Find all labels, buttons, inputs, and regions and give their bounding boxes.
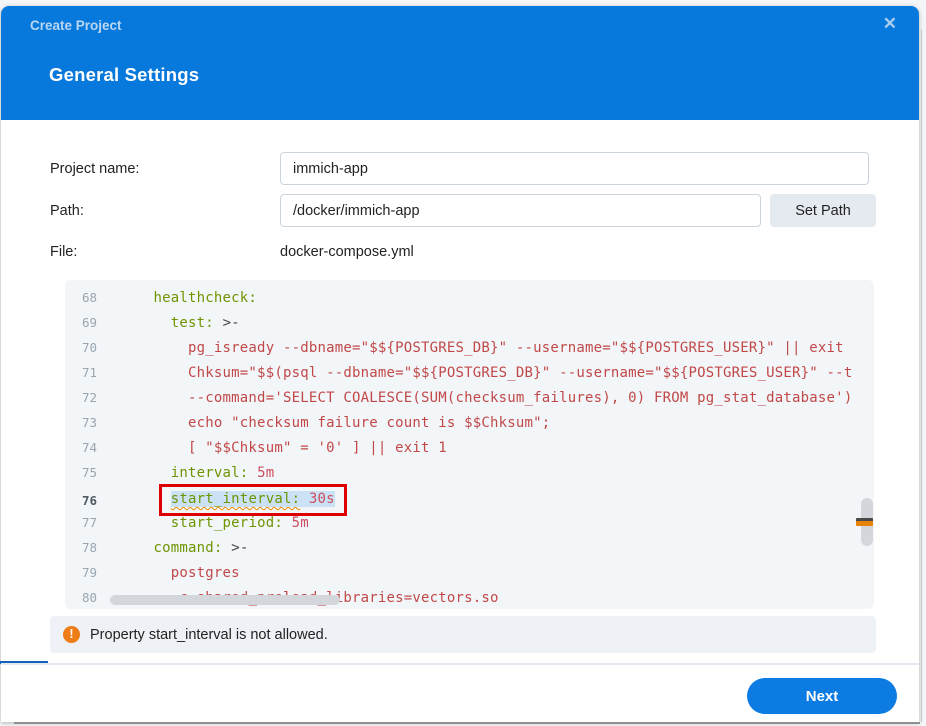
code-indent — [119, 540, 154, 556]
line-number: 73 — [65, 410, 97, 435]
code-token: start_interval: — [171, 491, 300, 507]
code-content: command: >- — [119, 540, 248, 556]
code-indent — [119, 315, 171, 331]
code-token: pg_isready --dbname="$${POSTGRES_DB}" --… — [188, 340, 844, 356]
code-line: 75 interval: 5m — [65, 460, 874, 485]
line-number: 77 — [65, 510, 97, 535]
code-content: postgres — [119, 565, 240, 581]
line-number: 69 — [65, 310, 97, 335]
code-line: 69 test: >- — [65, 310, 874, 335]
code-token: [ "$$Chksum" = '0' ] || exit 1 — [188, 440, 447, 456]
code-indent — [119, 365, 188, 381]
code-token: >- — [223, 315, 240, 331]
next-button[interactable]: Next — [747, 678, 897, 714]
code-token: command: — [154, 540, 223, 556]
code-indent — [119, 390, 188, 406]
file-label: File: — [50, 244, 77, 260]
code-content: echo "checksum failure count is $$Chksum… — [119, 415, 550, 431]
code-token: healthcheck: — [154, 290, 258, 306]
code-content: [ "$$Chksum" = '0' ] || exit 1 — [119, 440, 447, 456]
code-line: 74 [ "$$Chksum" = '0' ] || exit 1 — [65, 435, 874, 460]
code-token: --command='SELECT COALESCE(SUM(checksum_… — [188, 390, 852, 406]
code-area: 68 healthcheck:69 test: >-70 pg_isready … — [65, 285, 874, 609]
line-number: 78 — [65, 535, 97, 560]
footer-divider — [1, 663, 919, 665]
close-icon[interactable]: ✕ — [883, 14, 897, 34]
code-content: start_period: 5m — [119, 515, 309, 531]
code-indent — [119, 565, 171, 581]
code-line: 78 command: >- — [65, 535, 874, 560]
error-message: Property start_interval is not allowed. — [90, 627, 328, 643]
project-name-input[interactable] — [280, 152, 869, 185]
code-token: 5m — [292, 515, 309, 531]
code-token — [223, 540, 232, 556]
code-token: 5m — [257, 465, 274, 481]
code-line: 68 healthcheck: — [65, 285, 874, 310]
code-line: 72 --command='SELECT COALESCE(SUM(checks… — [65, 385, 874, 410]
code-content: interval: 5m — [119, 465, 274, 481]
file-value: docker-compose.yml — [280, 244, 414, 260]
code-token — [300, 491, 309, 507]
code-indent — [119, 415, 188, 431]
validation-error-bar: ! Property start_interval is not allowed… — [50, 616, 876, 653]
code-token: test: — [171, 315, 214, 331]
code-line: 71 Chksum="$$(psql --dbname="$${POSTGRES… — [65, 360, 874, 385]
code-token: Chksum="$$(psql --dbname="$${POSTGRES_DB… — [188, 365, 852, 381]
code-token: interval: — [171, 465, 249, 481]
code-token — [248, 465, 257, 481]
line-number: 74 — [65, 435, 97, 460]
code-content: healthcheck: — [119, 290, 257, 306]
window-right-edge — [921, 30, 922, 722]
path-label: Path: — [50, 203, 84, 219]
line-number: 80 — [65, 585, 97, 609]
line-number: 71 — [65, 360, 97, 385]
horizontal-scrollbar-thumb[interactable] — [110, 595, 340, 605]
error-annotation-marker — [856, 518, 873, 526]
create-project-dialog: Create Project ✕ General Settings Projec… — [1, 6, 919, 722]
selected-text: start_interval: 30s — [171, 491, 335, 507]
window-bottom-edge — [14, 722, 920, 724]
path-input[interactable] — [280, 194, 761, 227]
code-indent — [119, 465, 171, 481]
code-indent — [119, 290, 154, 306]
yaml-code-editor[interactable]: 68 healthcheck:69 test: >-70 pg_isready … — [65, 280, 874, 609]
code-line: 79 postgres — [65, 560, 874, 585]
code-content: --command='SELECT COALESCE(SUM(checksum_… — [119, 390, 852, 406]
code-token: 30s — [309, 491, 335, 507]
code-token: postgres — [171, 565, 240, 581]
error-highlight-box: start_interval: 30s — [159, 484, 347, 516]
code-content: pg_isready --dbname="$${POSTGRES_DB}" --… — [119, 340, 844, 356]
set-path-button[interactable]: Set Path — [770, 194, 876, 227]
line-number: 75 — [65, 460, 97, 485]
project-name-label: Project name: — [50, 161, 139, 177]
code-token — [214, 315, 223, 331]
dialog-header: Create Project ✕ General Settings — [1, 6, 919, 120]
code-token — [283, 515, 292, 531]
code-line: 73 echo "checksum failure count is $$Chk… — [65, 410, 874, 435]
code-token: echo "checksum failure count is $$Chksum… — [188, 415, 550, 431]
code-content: test: >- — [119, 315, 240, 331]
code-indent — [119, 515, 171, 531]
code-content: Chksum="$$(psql --dbname="$${POSTGRES_DB… — [119, 365, 852, 381]
line-number: 72 — [65, 385, 97, 410]
code-content: start_interval: 30s — [119, 493, 347, 509]
warning-icon: ! — [63, 626, 80, 643]
page-title: General Settings — [49, 64, 199, 86]
line-number: 79 — [65, 560, 97, 585]
code-line: 76 start_interval: 30s — [65, 485, 874, 510]
line-number: 68 — [65, 285, 97, 310]
line-number: 70 — [65, 335, 97, 360]
code-line: 70 pg_isready --dbname="$${POSTGRES_DB}"… — [65, 335, 874, 360]
code-indent — [119, 440, 188, 456]
code-token: start_period: — [171, 515, 283, 531]
code-token: >- — [231, 540, 248, 556]
code-indent — [119, 340, 188, 356]
window-title: Create Project — [30, 18, 122, 33]
